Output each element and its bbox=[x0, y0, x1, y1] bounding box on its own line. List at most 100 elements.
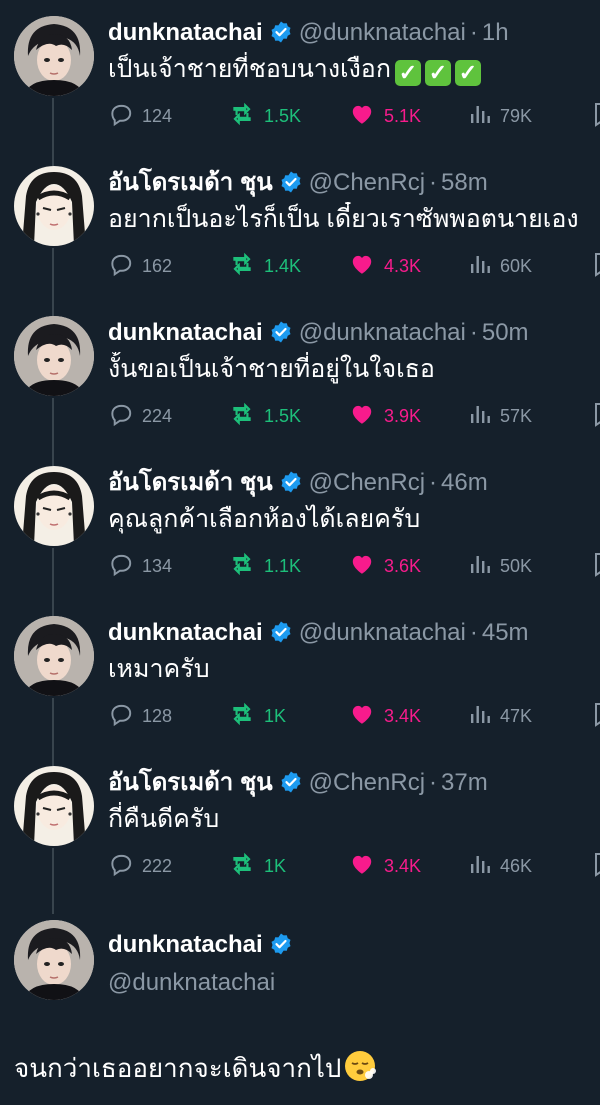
retweet-count: 1.1K bbox=[264, 555, 302, 576]
author-name[interactable]: อันโดรเมด้า ชุน bbox=[108, 469, 273, 496]
tweet-header: dunknatachai @dunknatachai · 1h bbox=[108, 16, 600, 50]
reply-count: 224 bbox=[142, 405, 173, 426]
retweet-button[interactable]: 1.5K bbox=[228, 96, 301, 136]
author-name[interactable]: dunknatachai bbox=[108, 619, 263, 646]
like-count: 3.6K bbox=[384, 555, 422, 576]
reply-count: 124 bbox=[142, 105, 173, 126]
tweet-actions: 124 1.5K 5.1K 79K bbox=[108, 96, 600, 136]
bookmark-button[interactable] bbox=[592, 696, 600, 736]
separator-dot: · bbox=[429, 469, 438, 496]
timestamp[interactable]: 45m bbox=[482, 619, 529, 646]
views-button[interactable]: 79K bbox=[468, 96, 532, 136]
author-name[interactable]: dunknatachai bbox=[108, 19, 263, 46]
views-icon bbox=[468, 552, 500, 581]
tweet-text: จนกว่าเธออยากจะเดินจากไป bbox=[14, 1048, 377, 1094]
bookmark-button[interactable] bbox=[592, 96, 600, 136]
reply-button[interactable]: 128 bbox=[108, 696, 172, 736]
views-button[interactable]: 57K bbox=[468, 396, 532, 436]
reply-button[interactable]: 134 bbox=[108, 546, 172, 586]
timestamp[interactable]: 50m bbox=[482, 319, 529, 346]
views-button[interactable]: 47K bbox=[468, 696, 532, 736]
bookmark-button[interactable] bbox=[592, 246, 600, 286]
verified-badge-icon bbox=[279, 170, 303, 200]
reply-icon bbox=[108, 251, 142, 282]
retweet-button[interactable]: 1K bbox=[228, 696, 286, 736]
like-count: 3.4K bbox=[384, 855, 422, 876]
tweet-text: เหมาครับ bbox=[108, 655, 210, 683]
author-name[interactable]: dunknatachai bbox=[108, 319, 263, 346]
author-handle[interactable]: @ChenRcj bbox=[309, 169, 425, 196]
reply-count: 162 bbox=[142, 255, 173, 276]
timestamp[interactable]: 58m bbox=[441, 169, 488, 196]
avatar[interactable] bbox=[14, 166, 94, 246]
views-button[interactable]: 50K bbox=[468, 546, 532, 586]
views-button[interactable]: 60K bbox=[468, 246, 532, 286]
retweet-button[interactable]: 1K bbox=[228, 846, 286, 886]
author-name[interactable]: อันโดรเมด้า ชุน bbox=[108, 769, 273, 796]
retweet-button[interactable]: 1.4K bbox=[228, 246, 301, 286]
bookmark-button[interactable] bbox=[592, 396, 600, 436]
reply-button[interactable]: 224 bbox=[108, 396, 172, 436]
tweet-text: เป็นเจ้าชายที่ชอบนางเงือก ✓ ✓ ✓ bbox=[108, 52, 600, 86]
views-count: 60K bbox=[500, 255, 533, 276]
verified-badge-icon bbox=[269, 20, 293, 50]
reply-icon bbox=[108, 401, 142, 432]
tweet[interactable]: dunknatachai @dunknatachai · 50m งั้นขอเป็นเ… bbox=[0, 300, 600, 450]
author-handle[interactable]: @dunknatachai bbox=[299, 19, 466, 46]
tweet[interactable]: อันโดรเมด้า ชุน @ChenRcj · 46m คุณลูกค้าเลือ… bbox=[0, 450, 600, 600]
tweet[interactable]: อันโดรเมด้า ชุน @ChenRcj · 58m อยากเป็นอะไรก… bbox=[0, 150, 600, 300]
like-button[interactable]: 4.3K bbox=[348, 246, 421, 286]
author-handle[interactable]: @dunknatachai bbox=[108, 966, 299, 1000]
retweet-count: 1.5K bbox=[264, 405, 302, 426]
like-button[interactable]: 5.1K bbox=[348, 96, 421, 136]
heart-icon bbox=[348, 101, 384, 132]
avatar[interactable] bbox=[14, 920, 94, 1000]
like-button[interactable]: 3.4K bbox=[348, 696, 421, 736]
avatar[interactable] bbox=[14, 766, 94, 846]
author-handle[interactable]: @dunknatachai bbox=[299, 319, 466, 346]
share-icon bbox=[592, 400, 600, 433]
share-icon bbox=[592, 250, 600, 283]
retweet-count: 1K bbox=[264, 705, 287, 726]
bookmark-button[interactable] bbox=[592, 846, 600, 886]
verified-badge-icon bbox=[279, 470, 303, 500]
heart-icon bbox=[348, 551, 384, 582]
retweet-button[interactable]: 1.5K bbox=[228, 396, 301, 436]
heart-icon bbox=[348, 401, 384, 432]
author-handle[interactable]: @dunknatachai bbox=[299, 619, 466, 646]
timestamp[interactable]: 46m bbox=[441, 469, 488, 496]
share-icon bbox=[592, 850, 600, 883]
reply-button[interactable]: 124 bbox=[108, 96, 172, 136]
avatar[interactable] bbox=[14, 316, 94, 396]
views-button[interactable]: 46K bbox=[468, 846, 532, 886]
like-button[interactable]: 3.4K bbox=[348, 846, 421, 886]
retweet-button[interactable]: 1.1K bbox=[228, 546, 301, 586]
reply-button[interactable]: 222 bbox=[108, 846, 172, 886]
author-handle[interactable]: @ChenRcj bbox=[309, 469, 425, 496]
reply-button[interactable]: 162 bbox=[108, 246, 172, 286]
timestamp[interactable]: 1h bbox=[482, 19, 509, 46]
tweet[interactable]: dunknatachai @dunknatachai · 45m เหมาครับ 128… bbox=[0, 600, 600, 750]
avatar[interactable] bbox=[14, 466, 94, 546]
like-button[interactable]: 3.6K bbox=[348, 546, 421, 586]
tweet[interactable]: อันโดรเมด้า ชุน @ChenRcj · 37m กี่คืนดีครับ 2… bbox=[0, 750, 600, 900]
reply-icon bbox=[108, 101, 142, 132]
heart-icon bbox=[348, 851, 384, 882]
tweet-header: อันโดรเมด้า ชุน @ChenRcj · 46m bbox=[108, 466, 600, 500]
tweet[interactable]: dunknatachai @dunknatachai · 1h เป็นเจ้าชายท… bbox=[0, 0, 600, 150]
avatar[interactable] bbox=[14, 16, 94, 96]
author-name[interactable]: dunknatachai bbox=[108, 928, 299, 966]
avatar[interactable] bbox=[14, 616, 94, 696]
separator-dot: · bbox=[429, 169, 438, 196]
views-icon bbox=[468, 102, 500, 131]
author-handle[interactable]: @ChenRcj bbox=[309, 769, 425, 796]
main-tweet[interactable]: dunknatachai @dunknatachai จนกว่าเธออยาก… bbox=[0, 900, 600, 1105]
tweet-actions: 162 1.4K 4.3K 60K bbox=[108, 246, 600, 286]
reply-count: 128 bbox=[142, 705, 173, 726]
author-name[interactable]: อันโดรเมด้า ชุน bbox=[108, 169, 273, 196]
like-button[interactable]: 3.9K bbox=[348, 396, 421, 436]
heart-icon bbox=[348, 701, 384, 732]
tweet-actions: 134 1.1K 3.6K 50K bbox=[108, 546, 600, 586]
bookmark-button[interactable] bbox=[592, 546, 600, 586]
timestamp[interactable]: 37m bbox=[441, 769, 488, 796]
